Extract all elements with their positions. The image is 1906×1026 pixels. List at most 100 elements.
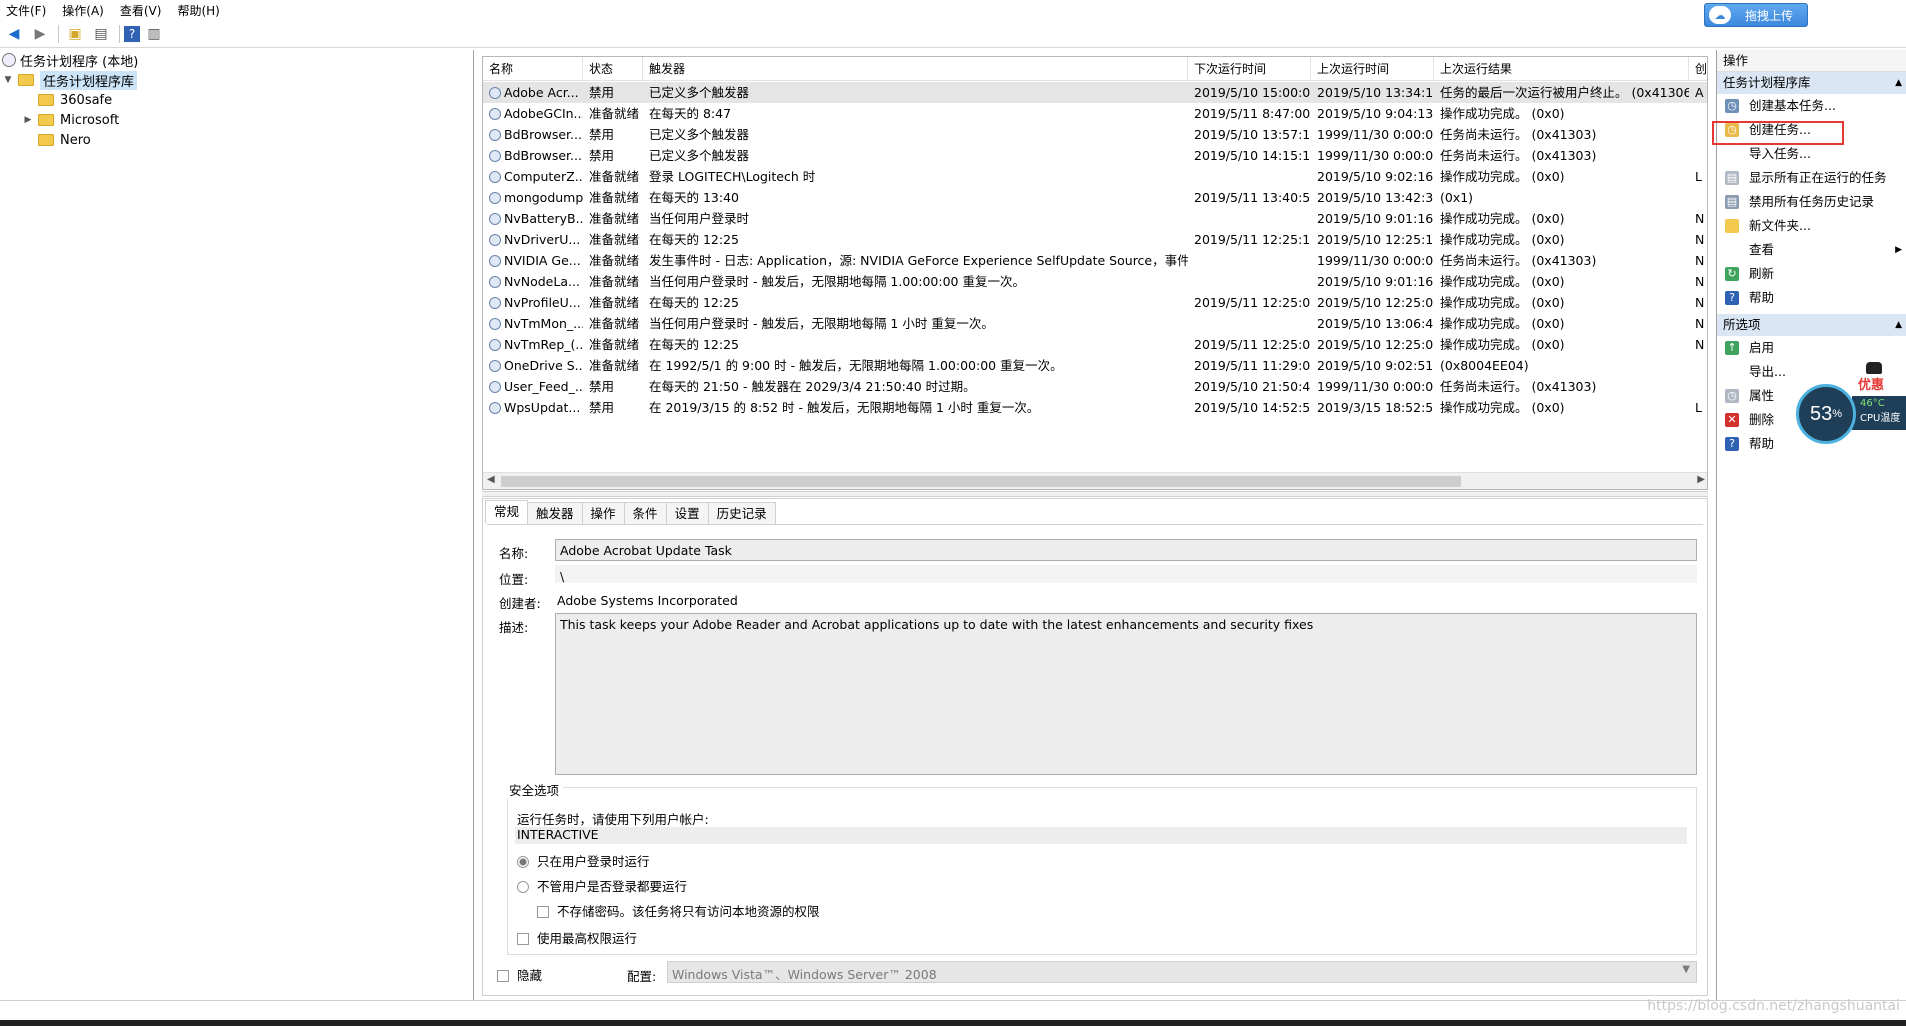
option-run-logged-on[interactable]: 只在用户登录时运行 [517,851,650,870]
tree-item-label: 360safe [60,92,113,108]
action-enable[interactable]: ↑ 启用 [1717,336,1906,360]
task-name-text: BdBrowser... [504,127,582,142]
cell-next-run: 2019/5/10 15:00:00 [1194,85,1311,100]
action-view[interactable]: 查看 ▶ [1717,238,1906,262]
upload-button[interactable]: ☁ 拖拽上传 [1704,3,1808,27]
table-row[interactable]: NvTmMon_... 准备就绪 当任何用户登录时 - 触发后，无限期地每隔 1 小… [483,313,1707,334]
basic-task-icon: ◷ [1725,99,1739,113]
show-hide-tree-icon[interactable]: ▤ [89,23,113,45]
collapse-triangle-icon[interactable]: ▲ [1895,314,1902,336]
tab-settings[interactable]: 设置 [665,502,709,524]
action-refresh[interactable]: ↻ 刷新 [1717,262,1906,286]
actions-section-selected[interactable]: 所选项 ▲ [1717,314,1906,336]
checkbox-icon[interactable] [517,933,529,945]
cell-last-run: 2019/5/10 12:25:12 [1317,232,1434,247]
column-last-run[interactable]: 上次运行时间 [1311,57,1434,81]
menu-action[interactable]: 操作(A) [62,2,104,19]
column-status[interactable]: 状态 [583,57,643,81]
option-hidden[interactable]: 隐藏 [497,965,542,984]
action-new-folder[interactable]: 新文件夹... [1717,214,1906,238]
tab-conditions[interactable]: 条件 [623,502,667,524]
expand-chevron-icon[interactable]: ▶ [22,115,34,125]
table-row[interactable]: ComputerZ... 准备就绪 登录 LOGITECH\Logitech 时 20… [483,166,1707,187]
checkbox-icon[interactable] [537,906,549,918]
scheduler-clock-icon [2,53,16,67]
scroll-right-icon[interactable]: ▶ [1697,474,1705,485]
configure-for-select[interactable]: Windows Vista™、Windows Server™ 2008 ▼ [667,961,1697,983]
cell-more: N [1695,253,1705,268]
tab-history[interactable]: 历史记录 [707,502,776,524]
tree-item-microsoft[interactable]: ▶ Microsoft [0,110,473,130]
actions-header: 操作 [1717,50,1906,72]
cell-name: NvTmRep_(... [483,334,583,355]
tree-item-library[interactable]: ▼ 任务计划程序库 [0,70,473,90]
cpu-monitor-widget[interactable]: 46°C CPU温度 53% [1796,384,1906,444]
table-row[interactable]: NvDriverU... 准备就绪 在每天的 12:25 2019/5/11 12:2… [483,229,1707,250]
actions-section-library[interactable]: 任务计划程序库 ▲ [1717,72,1906,94]
column-next-run[interactable]: 下次运行时间 [1188,57,1311,81]
description-field[interactable]: This task keeps your Adobe Reader and Ac… [555,613,1697,775]
menu-view[interactable]: 查看(V) [120,2,162,19]
action-import-task[interactable]: 导入任务... [1717,142,1906,166]
cell-name: NVIDIA Ge... [483,250,583,271]
collapse-triangle-icon[interactable]: ▲ [1895,72,1902,94]
menu-help[interactable]: 帮助(H) [177,2,219,19]
cell-more: L [1695,400,1702,415]
column-name[interactable]: 名称 [483,57,583,81]
tree-root[interactable]: 任务计划程序 (本地) [0,50,473,70]
action-help[interactable]: ? 帮助 [1717,286,1906,310]
radio-selected-icon[interactable] [517,856,529,868]
horizontal-scrollbar[interactable]: ◀ ▶ [483,472,1707,489]
location-label: 位置: [499,572,529,587]
action-pane-icon[interactable]: ▥ [142,23,166,45]
action-show-running[interactable]: ▤ 显示所有正在运行的任务 [1717,166,1906,190]
table-row[interactable]: User_Feed_... 禁用 在每天的 21:50 - 触发器在 2029/3/… [483,376,1707,397]
table-row[interactable]: BdBrowser... 禁用 已定义多个触发器 2019/5/10 13:57:14… [483,124,1707,145]
table-row[interactable]: NVIDIA Ge... 准备就绪 发生事件时 - 日志: Application，… [483,250,1707,271]
menu-file[interactable]: 文件(F) [6,2,46,19]
pane-splitter[interactable] [482,491,1708,497]
action-create-basic-task[interactable]: ◷ 创建基本任务... [1717,94,1906,118]
cell-status: 准备就绪 [589,358,640,373]
tree-item-360safe[interactable]: 360safe [0,90,473,110]
table-row[interactable]: Adobe Acr... 禁用 已定义多个触发器 2019/5/10 15:00:00… [483,82,1707,103]
table-row[interactable]: NvProfileU... 准备就绪 在每天的 12:25 2019/5/11 12:… [483,292,1707,313]
radio-icon[interactable] [517,881,529,893]
table-row[interactable]: NvNodeLa... 准备就绪 当任何用户登录时 - 触发后，无限期地每隔 1.0… [483,271,1707,292]
table-row[interactable]: BdBrowser... 禁用 已定义多个触发器 2019/5/10 14:15:17… [483,145,1707,166]
forward-arrow-icon[interactable]: ▶ [28,23,52,45]
cell-last-run: 1999/11/30 0:00:00 [1317,127,1434,142]
tab-general[interactable]: 常规 [485,500,529,524]
table-row[interactable]: AdobeGCIn... 准备就绪 在每天的 8:47 2019/5/11 8:47:… [483,103,1707,124]
cell-last-result: 任务的最后一次运行被用户终止。 (0x41306) [1440,85,1689,100]
column-more[interactable]: 创 [1689,57,1707,81]
table-row[interactable]: mongodump 准备就绪 在每天的 13:40 2019/5/11 13:40:5… [483,187,1707,208]
action-disable-history[interactable]: ▤ 禁用所有任务历史记录 [1717,190,1906,214]
tab-actions[interactable]: 操作 [581,502,625,524]
option-no-store-password[interactable]: 不存储密码。该任务将只有访问本地资源的权限 [537,901,820,920]
table-row[interactable]: NvTmRep_(... 准备就绪 在每天的 12:25 2019/5/11 12:2… [483,334,1707,355]
table-row[interactable]: NvBatteryB... 准备就绪 当任何用户登录时 2019/5/10 9:01:… [483,208,1707,229]
help-icon[interactable]: ? [124,25,140,42]
cell-status: 准备就绪 [589,211,640,226]
name-field[interactable]: Adobe Acrobat Update Task [555,539,1697,561]
scrollbar-thumb[interactable] [501,476,1461,487]
tree-item-nero[interactable]: Nero [0,130,473,150]
action-label: 帮助 [1749,436,1775,451]
table-row[interactable]: WpsUpdat... 禁用 在 2019/3/15 的 8:52 时 - 触发后，… [483,397,1707,418]
back-arrow-icon[interactable]: ◀ [2,23,26,45]
checkbox-icon[interactable] [497,970,509,982]
table-row[interactable]: OneDrive S... 准备就绪在 1992/5/1 的 9:00 时 - 触… [483,355,1707,376]
tab-triggers[interactable]: 触发器 [527,502,583,524]
cell-next-run: 2019/5/10 21:50:40 [1194,379,1311,394]
cell-more: N [1695,211,1705,226]
up-folder-icon[interactable]: ▣ [63,23,87,45]
collapse-chevron-icon[interactable]: ▼ [2,75,14,85]
cell-last-result: 操作成功完成。 (0x0) [1440,400,1565,415]
option-run-whether-logged-on[interactable]: 不管用户是否登录都要运行 [517,876,687,895]
column-last-result[interactable]: 上次运行结果 [1434,57,1689,81]
column-trigger[interactable]: 触发器 [643,57,1188,81]
scroll-left-icon[interactable]: ◀ [487,474,495,485]
cell-more [1689,103,1707,124]
option-highest-privileges[interactable]: 使用最高权限运行 [517,928,637,947]
